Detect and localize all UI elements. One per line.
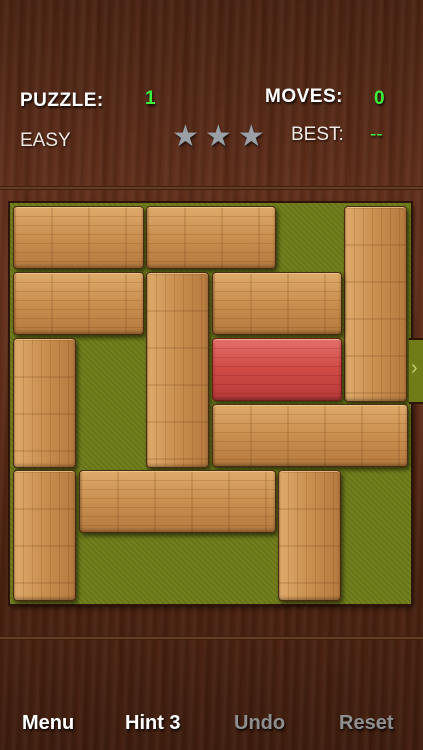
- wood-block-v[interactable]: [344, 206, 407, 402]
- wood-block-v[interactable]: [13, 470, 76, 601]
- puzzle-number: 1: [145, 88, 156, 109]
- wood-block-h[interactable]: [79, 470, 276, 533]
- star-icon: ★: [172, 120, 199, 153]
- undo-button[interactable]: Undo: [234, 712, 285, 735]
- exit-arrow-icon: ›: [411, 357, 418, 379]
- moves-label: MOVES:: [265, 86, 343, 107]
- wood-block-h[interactable]: [146, 206, 276, 269]
- wood-block-v[interactable]: [146, 272, 209, 468]
- header-divider: [0, 186, 423, 190]
- star-icon: ★: [237, 120, 265, 153]
- reset-button[interactable]: Reset: [339, 712, 393, 735]
- puzzle-board: [10, 203, 411, 604]
- wood-block-h[interactable]: [13, 206, 144, 269]
- game-header: PUZZLE: 1 MOVES: 0 EASY ★ ★ ★ BEST: --: [0, 0, 423, 180]
- wood-block-v[interactable]: [278, 470, 341, 601]
- puzzle-label: PUZZLE:: [20, 90, 104, 111]
- moves-value: 0: [374, 88, 385, 109]
- best-value: --: [370, 124, 383, 145]
- bottom-toolbar: Menu Hint 3 Undo Reset: [0, 700, 423, 750]
- rating-stars: ★ ★ ★: [172, 122, 265, 152]
- best-label: BEST:: [291, 124, 344, 145]
- wood-block-v[interactable]: [13, 338, 76, 468]
- wood-block-h[interactable]: [212, 272, 342, 335]
- target-block[interactable]: [212, 338, 342, 401]
- menu-button[interactable]: Menu: [22, 712, 74, 735]
- hint-button[interactable]: Hint 3: [125, 712, 181, 735]
- wood-block-h[interactable]: [212, 404, 408, 467]
- wood-block-h[interactable]: [13, 272, 144, 335]
- footer-divider: [0, 636, 423, 640]
- star-icon: ★: [204, 120, 232, 153]
- difficulty-label: EASY: [20, 130, 71, 151]
